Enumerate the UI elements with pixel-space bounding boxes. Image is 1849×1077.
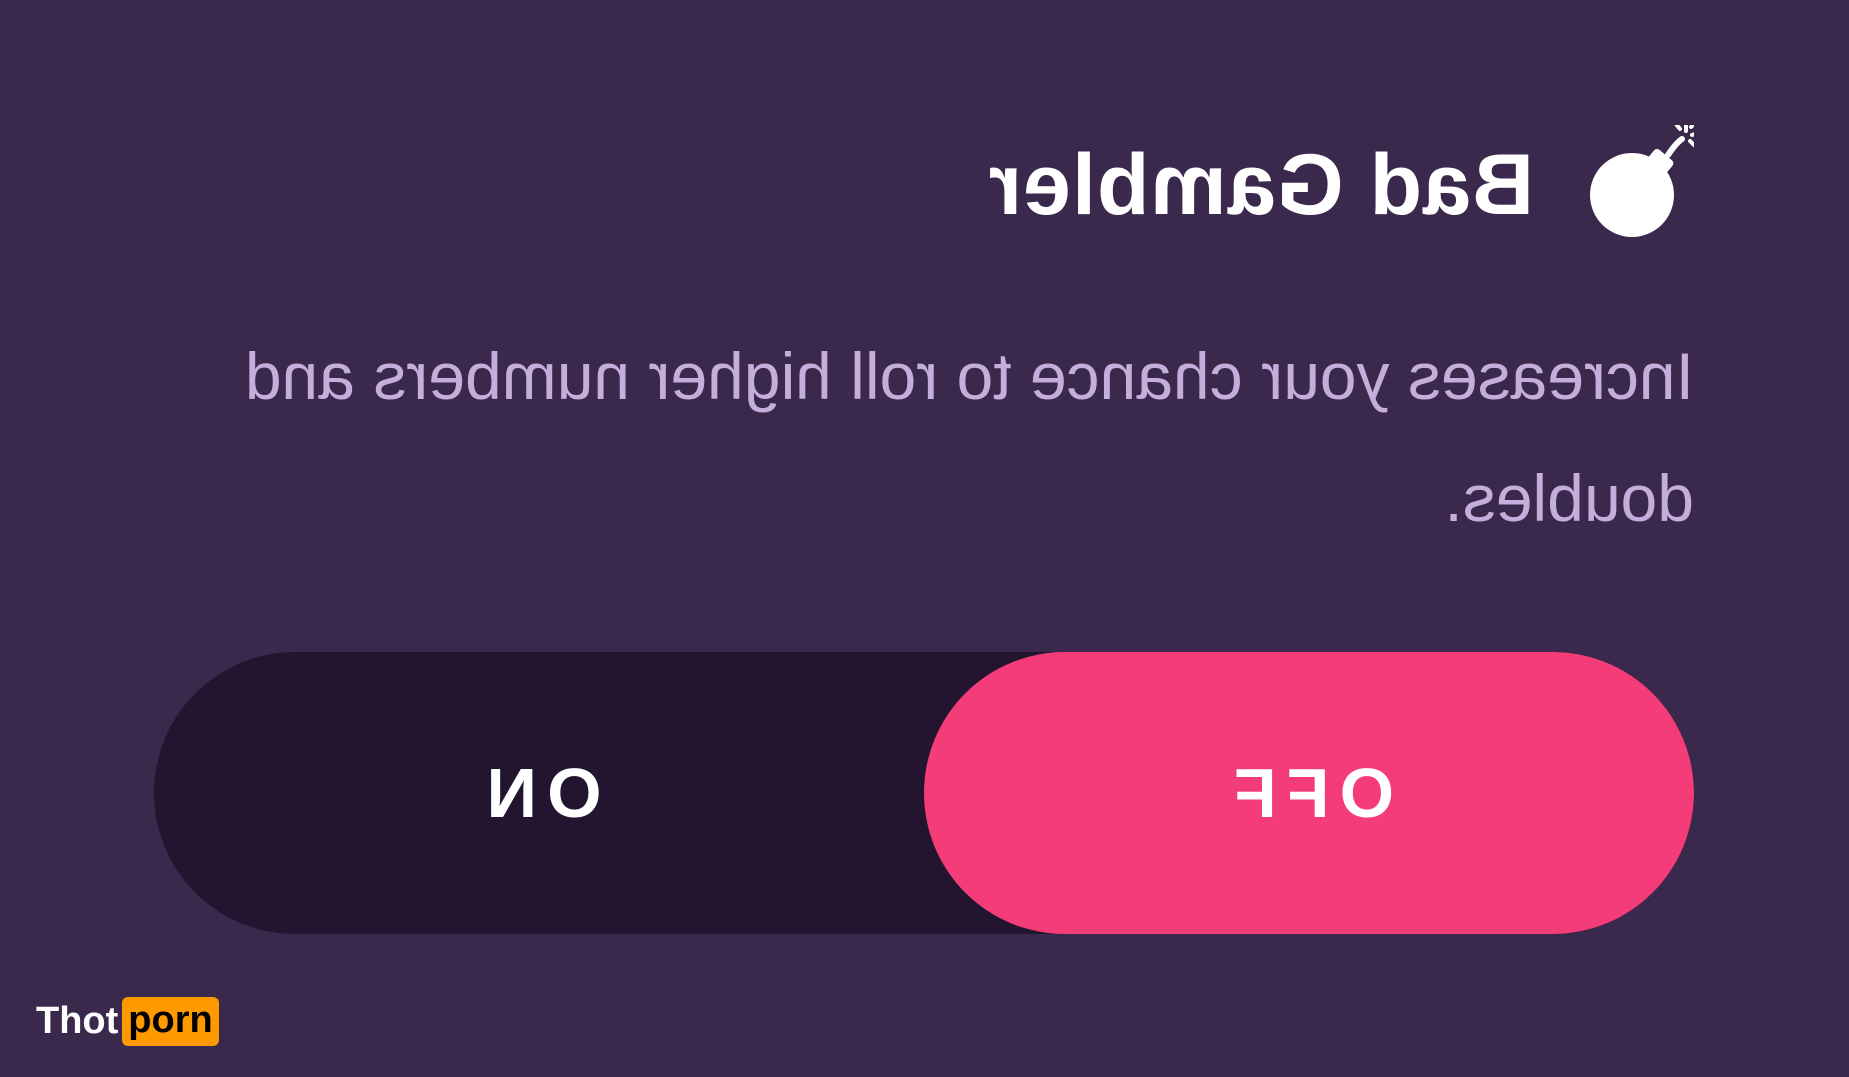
toggle-off-label: OFF (1224, 754, 1394, 832)
card-title: Bad Gambler (987, 136, 1534, 233)
watermark-logo: Thot porn (36, 997, 219, 1046)
toggle-off-option[interactable]: OFF (924, 652, 1694, 934)
bomb-icon (1584, 121, 1700, 245)
toggle-on-option[interactable]: ON (154, 652, 924, 934)
app-screen: Bad Gambler Increases your chance to rol… (0, 0, 1849, 1077)
toggle-on-label: ON (476, 754, 602, 832)
watermark-text-1: Thot (36, 1000, 119, 1042)
watermark-text-2: porn (122, 997, 219, 1046)
title-row: Bad Gambler (987, 121, 1700, 245)
mirrored-content: Bad Gambler Increases your chance to rol… (0, 0, 1849, 1077)
on-off-toggle[interactable]: OFF ON (154, 652, 1694, 934)
card-description: Increases your chance to roll higher num… (244, 339, 1694, 535)
